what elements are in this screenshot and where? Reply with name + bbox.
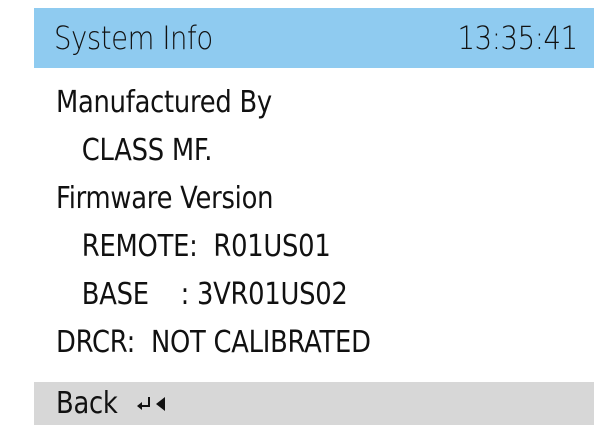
page-title: System Info	[54, 19, 213, 57]
firmware-label: Firmware Version	[56, 180, 274, 216]
back-button[interactable]: Back	[34, 382, 594, 425]
left-triangle-icon	[154, 394, 166, 414]
firmware-remote: REMOTE: R01US01	[81, 228, 331, 264]
manufacturer-value: CLASS MF.	[81, 132, 213, 168]
back-label: Back	[56, 386, 118, 421]
enter-icon	[136, 394, 152, 414]
clock-time: 13:35:41	[457, 19, 579, 57]
header-bar: System Info 13:35:41	[34, 8, 594, 68]
system-info-screen: System Info 13:35:41 Manufactured By CLA…	[0, 0, 608, 425]
drcr-status: DRCR: NOT CALIBRATED	[56, 324, 371, 360]
info-list: Manufactured By CLASS MF. Firmware Versi…	[56, 78, 596, 366]
firmware-base: BASE : 3VR01US02	[81, 276, 348, 312]
manufacturer-label: Manufactured By	[56, 84, 272, 120]
